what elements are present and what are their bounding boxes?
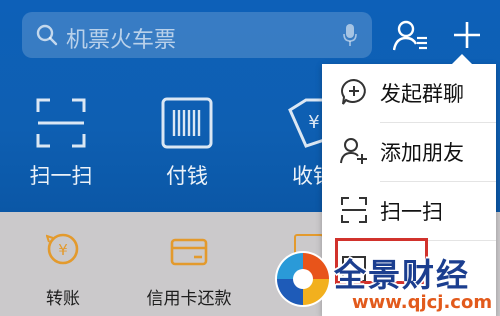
add-friend-icon (340, 138, 367, 164)
chat-bubble-plus-icon (341, 78, 366, 105)
service-transfer[interactable]: ¥ 转账 (8, 232, 118, 316)
microphone-icon[interactable] (342, 23, 358, 47)
contacts-icon[interactable] (393, 20, 429, 52)
search-bar[interactable]: 机票火车票 (22, 12, 372, 58)
menu-item-add-friend[interactable]: 添加朋友 (322, 123, 496, 181)
func-pay-label: 付钱 (166, 164, 208, 188)
svg-text:¥: ¥ (58, 241, 68, 259)
watermark-title: 全景财经 (334, 256, 471, 294)
func-scan[interactable]: 扫一扫 (16, 96, 106, 196)
scan-icon (341, 197, 367, 223)
menu-item-scan-label: 扫一扫 (380, 200, 443, 224)
svg-text:¥: ¥ (308, 112, 319, 133)
credit-card-icon (170, 238, 208, 266)
menu-item-add-friend-label: 添加朋友 (380, 141, 464, 165)
barcode-icon (161, 97, 213, 149)
service-credit-card[interactable]: 信用卡还款 (134, 232, 244, 316)
func-pay[interactable]: 付钱 (142, 96, 232, 196)
plus-icon[interactable] (452, 20, 482, 50)
watermark-url: www.qjcj.com (352, 292, 493, 313)
service-transfer-label: 转账 (46, 289, 80, 309)
scan-icon (36, 98, 86, 148)
menu-item-group-chat-label: 发起群聊 (380, 82, 464, 106)
menu-item-group-chat[interactable]: 发起群聊 (322, 64, 496, 122)
brand-logo-icon (275, 251, 331, 307)
transfer-icon: ¥ (46, 233, 79, 265)
service-credit-card-label: 信用卡还款 (146, 289, 232, 309)
search-placeholder: 机票火车票 (66, 28, 177, 53)
func-scan-label: 扫一扫 (29, 164, 93, 188)
watermark: 全景财经 www.qjcj.com (272, 246, 500, 316)
menu-item-scan[interactable]: 扫一扫 (322, 182, 496, 240)
search-icon (36, 24, 58, 46)
